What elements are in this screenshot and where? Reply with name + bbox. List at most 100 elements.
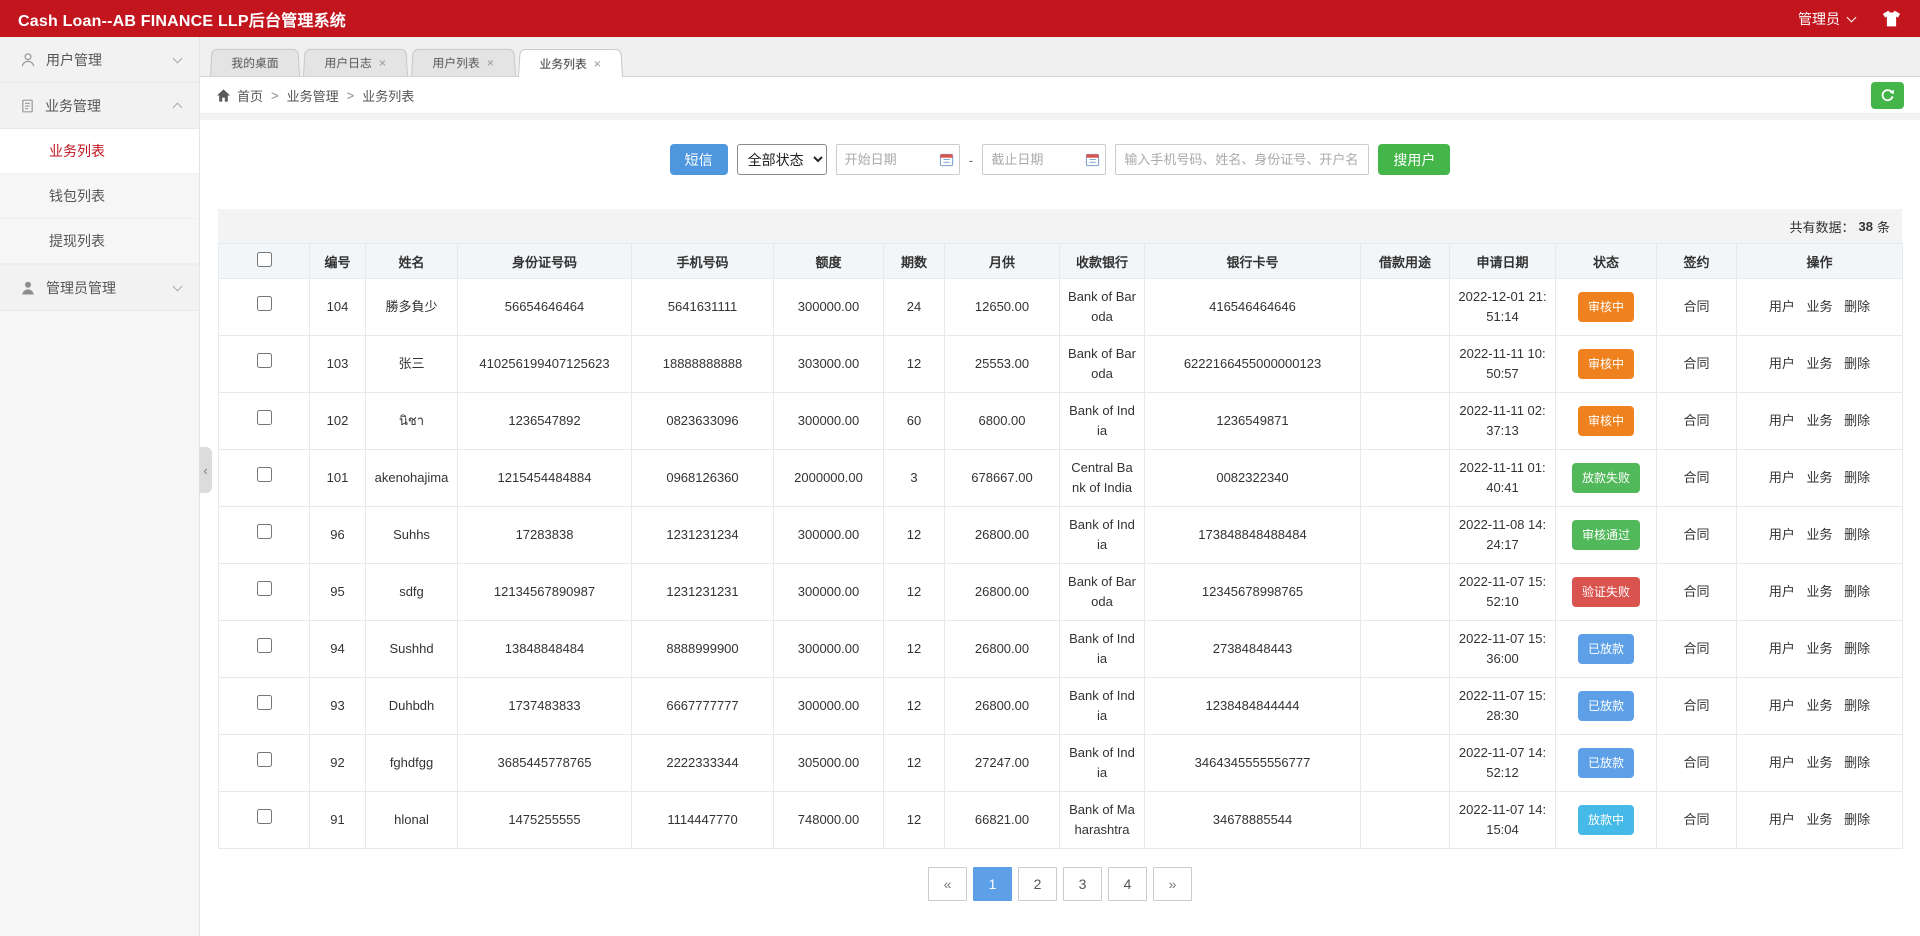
action-business-link[interactable]: 业务 (1806, 413, 1832, 428)
close-icon[interactable]: × (486, 56, 494, 69)
select-all-checkbox[interactable] (257, 252, 272, 267)
pagination-prev-button[interactable]: « (928, 867, 967, 901)
status-badge[interactable]: 放款失败 (1572, 463, 1640, 494)
cell-date: 2022-11-07 15:52:10 (1450, 564, 1556, 621)
row-checkbox[interactable] (257, 809, 272, 824)
breadcrumb-home[interactable]: 首页 (237, 86, 263, 105)
tab-business-list[interactable]: 业务列表 × (518, 49, 623, 77)
status-badge[interactable]: 审核通过 (1572, 520, 1640, 551)
action-business-link[interactable]: 业务 (1806, 812, 1832, 827)
tab-my-desktop[interactable]: 我的桌面 (210, 49, 300, 76)
cell-card: 173848848488484 (1145, 507, 1361, 564)
sidebar-item-admin-management[interactable]: 管理员管理 (0, 265, 199, 311)
status-badge[interactable]: 已放款 (1578, 691, 1634, 722)
start-date-input[interactable] (836, 144, 960, 175)
contract-link[interactable]: 合同 (1683, 470, 1709, 485)
contract-link[interactable]: 合同 (1683, 527, 1709, 542)
action-business-link[interactable]: 业务 (1806, 584, 1832, 599)
search-user-button[interactable]: 搜用户 (1378, 144, 1450, 175)
end-date-input[interactable] (982, 144, 1106, 175)
user-filled-icon (20, 280, 36, 296)
sidebar-item-business-management[interactable]: 业务管理 (0, 83, 199, 129)
sms-button[interactable]: 短信 (670, 144, 728, 175)
action-user-link[interactable]: 用户 (1769, 812, 1795, 827)
action-delete-link[interactable]: 删除 (1844, 812, 1870, 827)
status-badge[interactable]: 已放款 (1578, 634, 1634, 665)
row-checkbox[interactable] (257, 638, 272, 653)
status-badge[interactable]: 放款中 (1578, 805, 1634, 836)
user-menu[interactable]: 管理员 (1798, 9, 1855, 29)
action-delete-link[interactable]: 删除 (1844, 299, 1870, 314)
action-user-link[interactable]: 用户 (1769, 698, 1795, 713)
contract-link[interactable]: 合同 (1683, 413, 1709, 428)
search-input[interactable] (1115, 144, 1369, 175)
action-user-link[interactable]: 用户 (1769, 584, 1795, 599)
contract-link[interactable]: 合同 (1683, 641, 1709, 656)
pagination-page-3[interactable]: 3 (1063, 867, 1102, 901)
row-checkbox[interactable] (257, 752, 272, 767)
action-business-link[interactable]: 业务 (1806, 470, 1832, 485)
pagination-page-4[interactable]: 4 (1108, 867, 1147, 901)
action-delete-link[interactable]: 删除 (1844, 413, 1870, 428)
action-business-link[interactable]: 业务 (1806, 641, 1832, 656)
close-icon[interactable]: × (594, 57, 602, 70)
action-delete-link[interactable]: 删除 (1844, 698, 1870, 713)
pagination-page-1[interactable]: 1 (973, 867, 1012, 901)
row-checkbox[interactable] (257, 296, 272, 311)
contract-link[interactable]: 合同 (1683, 755, 1709, 770)
status-badge[interactable]: 已放款 (1578, 748, 1634, 779)
status-badge[interactable]: 审核中 (1578, 406, 1634, 437)
action-delete-link[interactable]: 删除 (1844, 755, 1870, 770)
contract-link[interactable]: 合同 (1683, 584, 1709, 599)
cell-date: 2022-11-11 10:50:57 (1450, 336, 1556, 393)
action-business-link[interactable]: 业务 (1806, 698, 1832, 713)
row-checkbox[interactable] (257, 524, 272, 539)
action-delete-link[interactable]: 删除 (1844, 527, 1870, 542)
status-badge[interactable]: 审核中 (1578, 292, 1634, 323)
sidebar-collapse-handle[interactable]: ‹ (199, 447, 212, 493)
action-user-link[interactable]: 用户 (1769, 527, 1795, 542)
tab-user-log[interactable]: 用户日志 × (303, 49, 408, 76)
action-delete-link[interactable]: 删除 (1844, 641, 1870, 656)
action-business-link[interactable]: 业务 (1806, 527, 1832, 542)
sidebar-item-withdraw-list[interactable]: 提现列表 (0, 219, 199, 264)
pagination: « 1 2 3 4 » (200, 867, 1920, 901)
theme-shirt-icon[interactable] (1881, 10, 1902, 27)
action-business-link[interactable]: 业务 (1806, 755, 1832, 770)
contract-link[interactable]: 合同 (1683, 299, 1709, 314)
action-delete-link[interactable]: 删除 (1844, 470, 1870, 485)
pagination-page-2[interactable]: 2 (1018, 867, 1057, 901)
sidebar-item-user-management[interactable]: 用户管理 (0, 37, 199, 83)
row-checkbox[interactable] (257, 581, 272, 596)
action-user-link[interactable]: 用户 (1769, 413, 1795, 428)
status-badge[interactable]: 验证失败 (1572, 577, 1640, 608)
row-checkbox[interactable] (257, 353, 272, 368)
status-select[interactable]: 全部状态 (737, 144, 827, 175)
refresh-button[interactable] (1871, 82, 1904, 109)
cell-status: 审核中 (1556, 393, 1657, 450)
contract-link[interactable]: 合同 (1683, 356, 1709, 371)
sidebar-item-business-list[interactable]: 业务列表 (0, 129, 199, 174)
action-delete-link[interactable]: 删除 (1844, 584, 1870, 599)
action-business-link[interactable]: 业务 (1806, 356, 1832, 371)
sidebar-item-wallet-list[interactable]: 钱包列表 (0, 174, 199, 219)
breadcrumb-business-management[interactable]: 业务管理 (287, 86, 339, 105)
pagination-next-button[interactable]: » (1153, 867, 1192, 901)
action-user-link[interactable]: 用户 (1769, 470, 1795, 485)
row-checkbox[interactable] (257, 410, 272, 425)
close-icon[interactable]: × (378, 56, 386, 69)
action-user-link[interactable]: 用户 (1769, 299, 1795, 314)
breadcrumb-current: 业务列表 (362, 86, 414, 105)
cell-actions: 用户 业务 删除 (1737, 279, 1903, 336)
tab-user-list[interactable]: 用户列表 × (411, 49, 516, 76)
row-checkbox[interactable] (257, 467, 272, 482)
action-user-link[interactable]: 用户 (1769, 641, 1795, 656)
action-user-link[interactable]: 用户 (1769, 755, 1795, 770)
contract-link[interactable]: 合同 (1683, 812, 1709, 827)
action-business-link[interactable]: 业务 (1806, 299, 1832, 314)
status-badge[interactable]: 审核中 (1578, 349, 1634, 380)
action-user-link[interactable]: 用户 (1769, 356, 1795, 371)
contract-link[interactable]: 合同 (1683, 698, 1709, 713)
row-checkbox[interactable] (257, 695, 272, 710)
action-delete-link[interactable]: 删除 (1844, 356, 1870, 371)
